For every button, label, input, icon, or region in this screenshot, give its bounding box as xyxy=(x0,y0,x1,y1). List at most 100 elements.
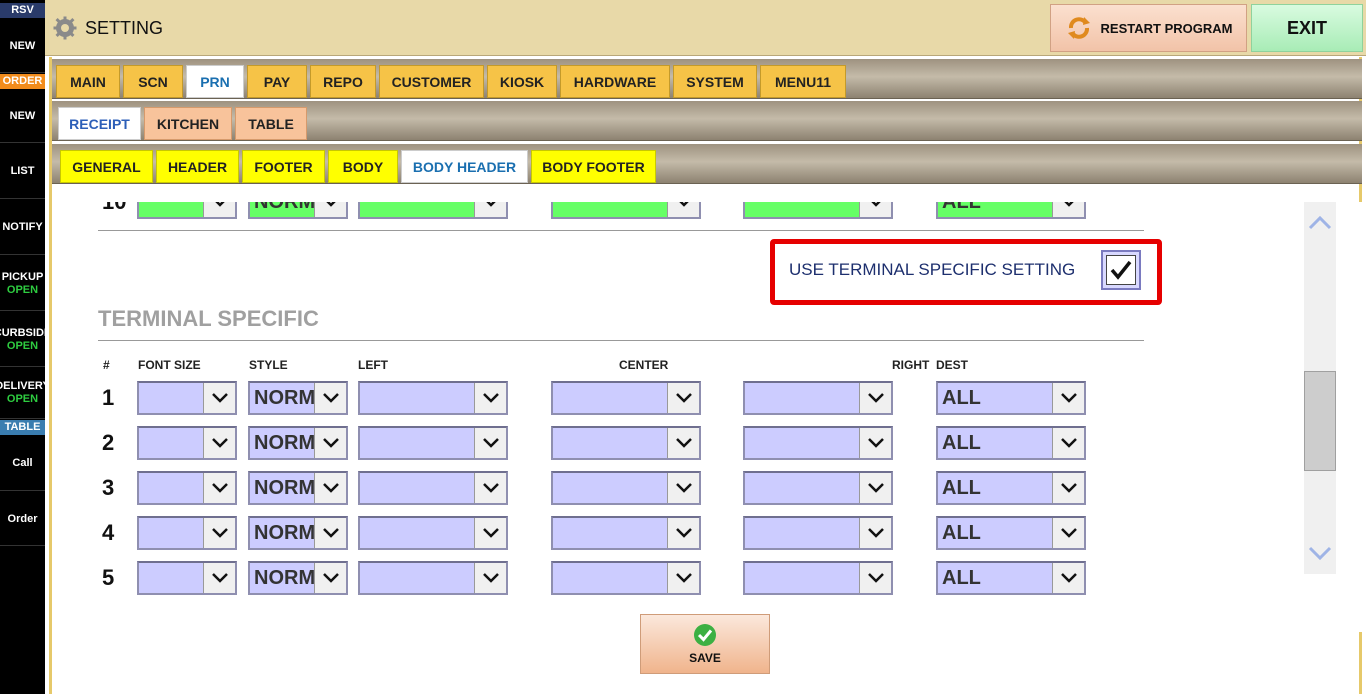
center-dropdown[interactable] xyxy=(551,202,701,219)
chevron-down-icon xyxy=(474,563,506,593)
section-title: TERMINAL SPECIFIC xyxy=(98,306,319,331)
tab-header[interactable]: HEADER xyxy=(156,150,239,183)
call-label: Call xyxy=(12,457,33,469)
save-button[interactable]: SAVE xyxy=(640,614,770,674)
call-button[interactable]: Call xyxy=(0,436,45,491)
sub-tab-row: RECEIPT KITCHEN TABLE xyxy=(52,101,1362,141)
right-dropdown[interactable] xyxy=(743,471,893,505)
tab-menu11[interactable]: MENU11 xyxy=(760,65,846,98)
right-dropdown[interactable] xyxy=(743,381,893,415)
right-dropdown[interactable] xyxy=(743,561,893,595)
tab-customer[interactable]: CUSTOMER xyxy=(379,65,484,98)
tab-body-footer[interactable]: BODY FOOTER xyxy=(531,150,656,183)
style-dropdown[interactable]: NORM xyxy=(248,516,348,550)
tab-footer[interactable]: FOOTER xyxy=(242,150,325,183)
rsv-new-label: NEW xyxy=(9,40,36,52)
tab-hardware[interactable]: HARDWARE xyxy=(560,65,670,98)
section-tab-row: GENERAL HEADER FOOTER BODY BODY HEADER B… xyxy=(52,144,1362,184)
tab-system[interactable]: SYSTEM xyxy=(673,65,757,98)
table-order-label: Order xyxy=(7,512,38,525)
content-scrollbar[interactable] xyxy=(1304,202,1336,574)
tab-receipt[interactable]: RECEIPT xyxy=(58,107,141,140)
dest-dropdown[interactable]: ALL xyxy=(936,381,1086,415)
center-dropdown[interactable] xyxy=(551,381,701,415)
curbside-button[interactable]: CURBSIDEOPEN xyxy=(0,312,45,367)
checkmark-icon xyxy=(1110,260,1132,280)
exit-button[interactable]: EXIT xyxy=(1251,4,1363,52)
tab-prn[interactable]: PRN xyxy=(186,65,244,98)
tab-table[interactable]: TABLE xyxy=(235,107,307,140)
center-dropdown[interactable] xyxy=(551,561,701,595)
tab-general[interactable]: GENERAL xyxy=(60,150,153,183)
pickup-button[interactable]: PICKUP OPEN xyxy=(0,256,45,311)
left-dropdown[interactable] xyxy=(358,202,508,219)
right-dropdown[interactable] xyxy=(743,426,893,460)
font-size-dropdown[interactable] xyxy=(137,471,237,505)
font-size-dropdown[interactable] xyxy=(137,516,237,550)
tab-scn[interactable]: SCN xyxy=(123,65,183,98)
tab-repo[interactable]: REPO xyxy=(310,65,376,98)
chevron-down-icon xyxy=(859,383,891,413)
center-dropdown[interactable] xyxy=(551,471,701,505)
left-dropdown[interactable] xyxy=(358,471,508,505)
style-dropdown[interactable]: NORM xyxy=(248,426,348,460)
save-label: SAVE xyxy=(689,651,721,665)
left-dropdown[interactable] xyxy=(358,426,508,460)
style-dropdown[interactable]: NORM xyxy=(248,561,348,595)
dest-dropdown[interactable]: ALL xyxy=(936,561,1086,595)
left-dropdown[interactable] xyxy=(358,561,508,595)
restart-program-button[interactable]: RESTART PROGRAM xyxy=(1050,4,1247,52)
notify-button[interactable]: NOTIFY xyxy=(0,200,45,255)
line-row: 10 NORM ALL xyxy=(52,202,1152,219)
left-dropdown[interactable] xyxy=(358,516,508,550)
pickup-status: OPEN xyxy=(6,283,39,296)
divider xyxy=(98,230,1144,231)
row-number: 5 xyxy=(102,565,115,590)
right-dropdown[interactable] xyxy=(743,516,893,550)
tab-main[interactable]: MAIN xyxy=(56,65,120,98)
font-size-dropdown[interactable] xyxy=(137,561,237,595)
row-number: 1 xyxy=(102,385,115,410)
chevron-down-icon xyxy=(314,202,346,217)
tab-kitchen[interactable]: KITCHEN xyxy=(144,107,232,140)
center-dropdown[interactable] xyxy=(551,516,701,550)
tab-kiosk[interactable]: KIOSK xyxy=(487,65,557,98)
terminal-specific-setting-checkbox[interactable] xyxy=(1101,250,1141,290)
check-circle-icon xyxy=(694,624,716,646)
dest-value: ALL xyxy=(942,522,981,544)
list-button[interactable]: LIST xyxy=(0,144,45,199)
terminal-row: 3 NORM ALL xyxy=(52,471,1152,505)
dest-value: ALL xyxy=(942,387,981,409)
order-new-button[interactable]: NEW xyxy=(0,90,45,143)
style-value: NORM xyxy=(254,477,316,499)
style-dropdown[interactable]: NORM xyxy=(248,202,348,219)
right-dropdown[interactable] xyxy=(743,202,893,219)
top-bar: SETTING RESTART PROGRAM EXIT xyxy=(45,0,1366,56)
left-dropdown[interactable] xyxy=(358,381,508,415)
chevron-down-icon xyxy=(203,383,235,413)
font-size-dropdown[interactable] xyxy=(137,381,237,415)
font-size-dropdown[interactable] xyxy=(137,202,237,219)
dest-dropdown[interactable]: ALL xyxy=(936,426,1086,460)
left-sidebar: RSV NEW ORDER NEW LIST NOTIFY PICKUP OPEN… xyxy=(0,0,45,694)
chevron-up-icon[interactable] xyxy=(1307,210,1333,236)
style-dropdown[interactable]: NORM xyxy=(248,381,348,415)
style-dropdown[interactable]: NORM xyxy=(248,471,348,505)
table-order-button[interactable]: Order xyxy=(0,492,45,546)
tab-body[interactable]: BODY xyxy=(328,150,398,183)
tab-pay[interactable]: PAY xyxy=(247,65,307,98)
center-dropdown[interactable] xyxy=(551,426,701,460)
scroll-thumb[interactable] xyxy=(1304,371,1336,471)
chevron-down-icon[interactable] xyxy=(1307,540,1333,566)
order-new-label: NEW xyxy=(9,110,36,122)
dest-dropdown[interactable]: ALL xyxy=(936,471,1086,505)
font-size-dropdown[interactable] xyxy=(137,426,237,460)
col-header-num: # xyxy=(103,358,110,372)
tab-body-header[interactable]: BODY HEADER xyxy=(401,150,528,183)
curbside-status: OPEN xyxy=(6,339,39,352)
gear-icon xyxy=(53,16,77,40)
rsv-new-button[interactable]: NEW xyxy=(0,20,45,73)
delivery-button[interactable]: DELIVERYOPEN xyxy=(0,367,45,419)
dest-dropdown[interactable]: ALL xyxy=(936,202,1086,219)
dest-dropdown[interactable]: ALL xyxy=(936,516,1086,550)
